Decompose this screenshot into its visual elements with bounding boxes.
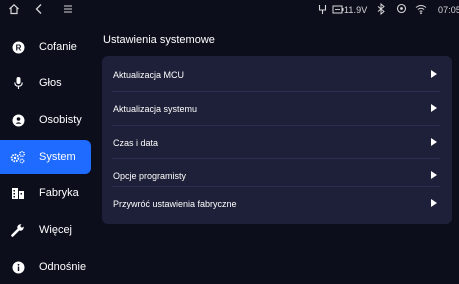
status-bar: 11.9V 07:05 — [0, 0, 459, 22]
sidebar-item-label: Fabryka — [39, 187, 79, 199]
sidebar-item-system[interactable]: System — [0, 140, 91, 174]
battery-icon — [332, 3, 344, 15]
settings-list: Aktualizacja MCU Aktualizacja systemu Cz… — [102, 56, 452, 224]
row-label: Aktualizacja systemu — [113, 103, 198, 114]
sidebar-item-wiecej[interactable]: Więcej — [0, 213, 91, 247]
row-czas-i-data[interactable]: Czas i data — [102, 126, 452, 159]
reverse-r-icon: R — [10, 39, 26, 55]
sidebar: R Cofanie Głos Osobisty System Fabryka W… — [0, 22, 94, 278]
arrow-right-icon — [431, 104, 437, 112]
svg-text:R: R — [15, 43, 21, 52]
row-przywroc-ustawienia-fabryczne[interactable]: Przywróć ustawienia fabryczne — [102, 187, 452, 220]
factory-icon — [10, 185, 26, 201]
usb-icon — [317, 3, 328, 15]
info-icon — [10, 259, 26, 275]
sidebar-item-glos[interactable]: Głos — [0, 66, 91, 100]
sidebar-item-fabryka[interactable]: Fabryka — [0, 176, 91, 210]
sidebar-item-label: Odnośnie — [39, 261, 87, 273]
personal-icon — [10, 112, 26, 128]
sidebar-item-label: Cofanie — [39, 41, 77, 53]
home-icon[interactable] — [8, 3, 20, 15]
wifi-icon — [415, 3, 427, 15]
bluetooth-icon — [376, 3, 386, 15]
row-label: Aktualizacja MCU — [113, 69, 185, 80]
sidebar-item-cofanie[interactable]: R Cofanie — [0, 30, 91, 64]
sidebar-item-label: Więcej — [39, 224, 73, 236]
arrow-right-icon — [431, 199, 437, 207]
sidebar-item-label: Głos — [39, 77, 62, 89]
system-gears-icon — [10, 149, 26, 165]
location-icon — [396, 3, 407, 15]
page-title: Ustawienia systemowe — [103, 34, 215, 46]
microphone-icon — [10, 75, 26, 91]
back-icon[interactable] — [33, 3, 45, 15]
arrow-right-icon — [431, 70, 437, 78]
row-label: Opcje programisty — [113, 170, 187, 181]
row-label: Czas i data — [113, 137, 159, 148]
row-aktualizacja-systemu[interactable]: Aktualizacja systemu — [102, 92, 452, 125]
row-label: Przywróć ustawienia fabryczne — [113, 198, 237, 209]
arrow-right-icon — [431, 171, 437, 179]
sidebar-item-odnosnie[interactable]: Odnośnie — [0, 250, 91, 284]
menu-icon[interactable] — [62, 3, 74, 15]
wrench-icon — [10, 222, 26, 238]
row-aktualizacja-mcu[interactable]: Aktualizacja MCU — [102, 58, 452, 91]
clock: 07:05 — [438, 5, 459, 15]
arrow-right-icon — [431, 138, 437, 146]
sidebar-item-label: System — [39, 151, 76, 163]
voltage-readout: 11.9V — [344, 5, 368, 15]
sidebar-item-label: Osobisty — [39, 114, 82, 126]
sidebar-item-osobisty[interactable]: Osobisty — [0, 103, 91, 137]
